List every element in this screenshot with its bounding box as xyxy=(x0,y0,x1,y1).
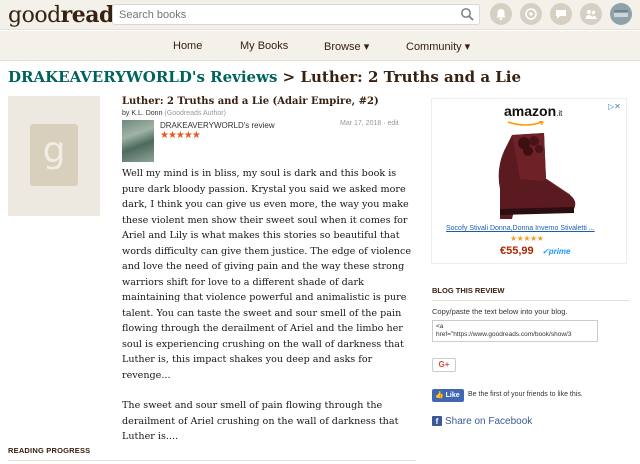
nav-my-books[interactable]: My Books xyxy=(240,40,288,52)
amazon-logo: amazon.it xyxy=(504,103,562,119)
logo-text-good: good xyxy=(8,3,61,28)
friends-icon[interactable] xyxy=(520,3,542,25)
blog-heading: BLOG THIS REVIEW xyxy=(432,286,505,295)
profile-avatar[interactable] xyxy=(610,3,632,25)
search-input[interactable] xyxy=(113,5,453,25)
facebook-like-text: Be the first of your friends to like thi… xyxy=(468,391,583,398)
review-body: Well my mind is in bliss, my soul is dar… xyxy=(122,166,418,460)
goodreads-logo[interactable]: goodreads xyxy=(8,2,126,28)
amazon-logo-tld: .it xyxy=(556,109,563,118)
prime-badge: ✓prime xyxy=(542,247,571,256)
embed-code-line: href="https://www.goodreads.com/book/sho… xyxy=(436,331,572,338)
review-date[interactable]: Mar 17, 2018 · edit xyxy=(340,120,399,127)
amazon-smile-icon xyxy=(507,121,544,126)
facebook-icon: f xyxy=(432,416,442,426)
ad-price: €55,99 xyxy=(500,245,534,257)
recommendations-icon[interactable] xyxy=(580,3,602,25)
nav-home[interactable]: Home xyxy=(173,40,202,52)
author-line: by K.L. Donn (Goodreads Author) xyxy=(122,110,226,117)
ad-product-link[interactable]: Socofy Stivali Donna,Donna Inverno Stiva… xyxy=(446,225,595,232)
ad-rating-stars: ★★★★★ xyxy=(510,234,544,243)
book-icon: g xyxy=(30,124,78,186)
nav-community[interactable]: Community ▾ xyxy=(406,40,470,53)
book-title-link[interactable]: Luther: 2 Truths and a Lie (Adair Empire… xyxy=(122,96,379,107)
main-nav: Home My Books Browse ▾ Community ▾ xyxy=(0,31,640,61)
facebook-like-button[interactable]: 👍 Like xyxy=(432,389,464,402)
ad-choices-icon[interactable]: ▷✕ xyxy=(608,102,621,111)
rating-stars: ★★★★★ xyxy=(160,130,201,141)
title-book: Luther: 2 Truths and a Lie xyxy=(300,68,522,86)
blog-instructions: Copy/paste the text below into your blog… xyxy=(432,307,568,316)
share-on-facebook-link[interactable]: Share on Facebook xyxy=(445,416,532,427)
nav-browse[interactable]: Browse ▾ xyxy=(324,40,369,53)
reviews-owner-link[interactable]: DRAKEAVERYWORLD's Reviews xyxy=(8,68,277,86)
google-plus-button[interactable]: G+ xyxy=(432,358,456,372)
amazon-logo-text: amazon xyxy=(504,103,557,119)
search-box[interactable] xyxy=(112,4,480,25)
title-separator: > xyxy=(277,68,301,86)
blog-embed-code[interactable]: <a href="https://www.goodreads.com/book/… xyxy=(432,320,598,342)
page-title: DRAKEAVERYWORLD's Reviews > Luther: 2 Tr… xyxy=(8,68,521,86)
author-role: (Goodreads Author) xyxy=(164,110,226,117)
reading-progress-heading: READING PROGRESS xyxy=(8,446,91,455)
book-cover-placeholder[interactable]: g xyxy=(8,96,100,216)
review-paragraph: The sweet and sour smell of pain flowing… xyxy=(122,400,399,442)
reviewer-label[interactable]: DRAKEAVERYWORLD's review xyxy=(160,121,275,130)
reviewer-avatar[interactable] xyxy=(122,120,154,162)
messages-icon[interactable] xyxy=(550,3,572,25)
search-icon[interactable] xyxy=(460,7,475,22)
author-link[interactable]: by K.L. Donn xyxy=(122,110,164,117)
embed-code-line: <a xyxy=(436,323,444,330)
cover-glyph: g xyxy=(42,130,66,171)
notifications-icon[interactable] xyxy=(490,3,512,25)
divider xyxy=(432,300,630,301)
review-paragraph: Well my mind is in bliss, my soul is dar… xyxy=(122,168,412,381)
product-boot-image xyxy=(498,133,576,219)
divider xyxy=(8,460,416,461)
top-bar: goodreads xyxy=(0,0,640,30)
amazon-ad[interactable]: amazon.it ▷✕ Socofy Stivali Donna,Donna … xyxy=(431,98,627,264)
